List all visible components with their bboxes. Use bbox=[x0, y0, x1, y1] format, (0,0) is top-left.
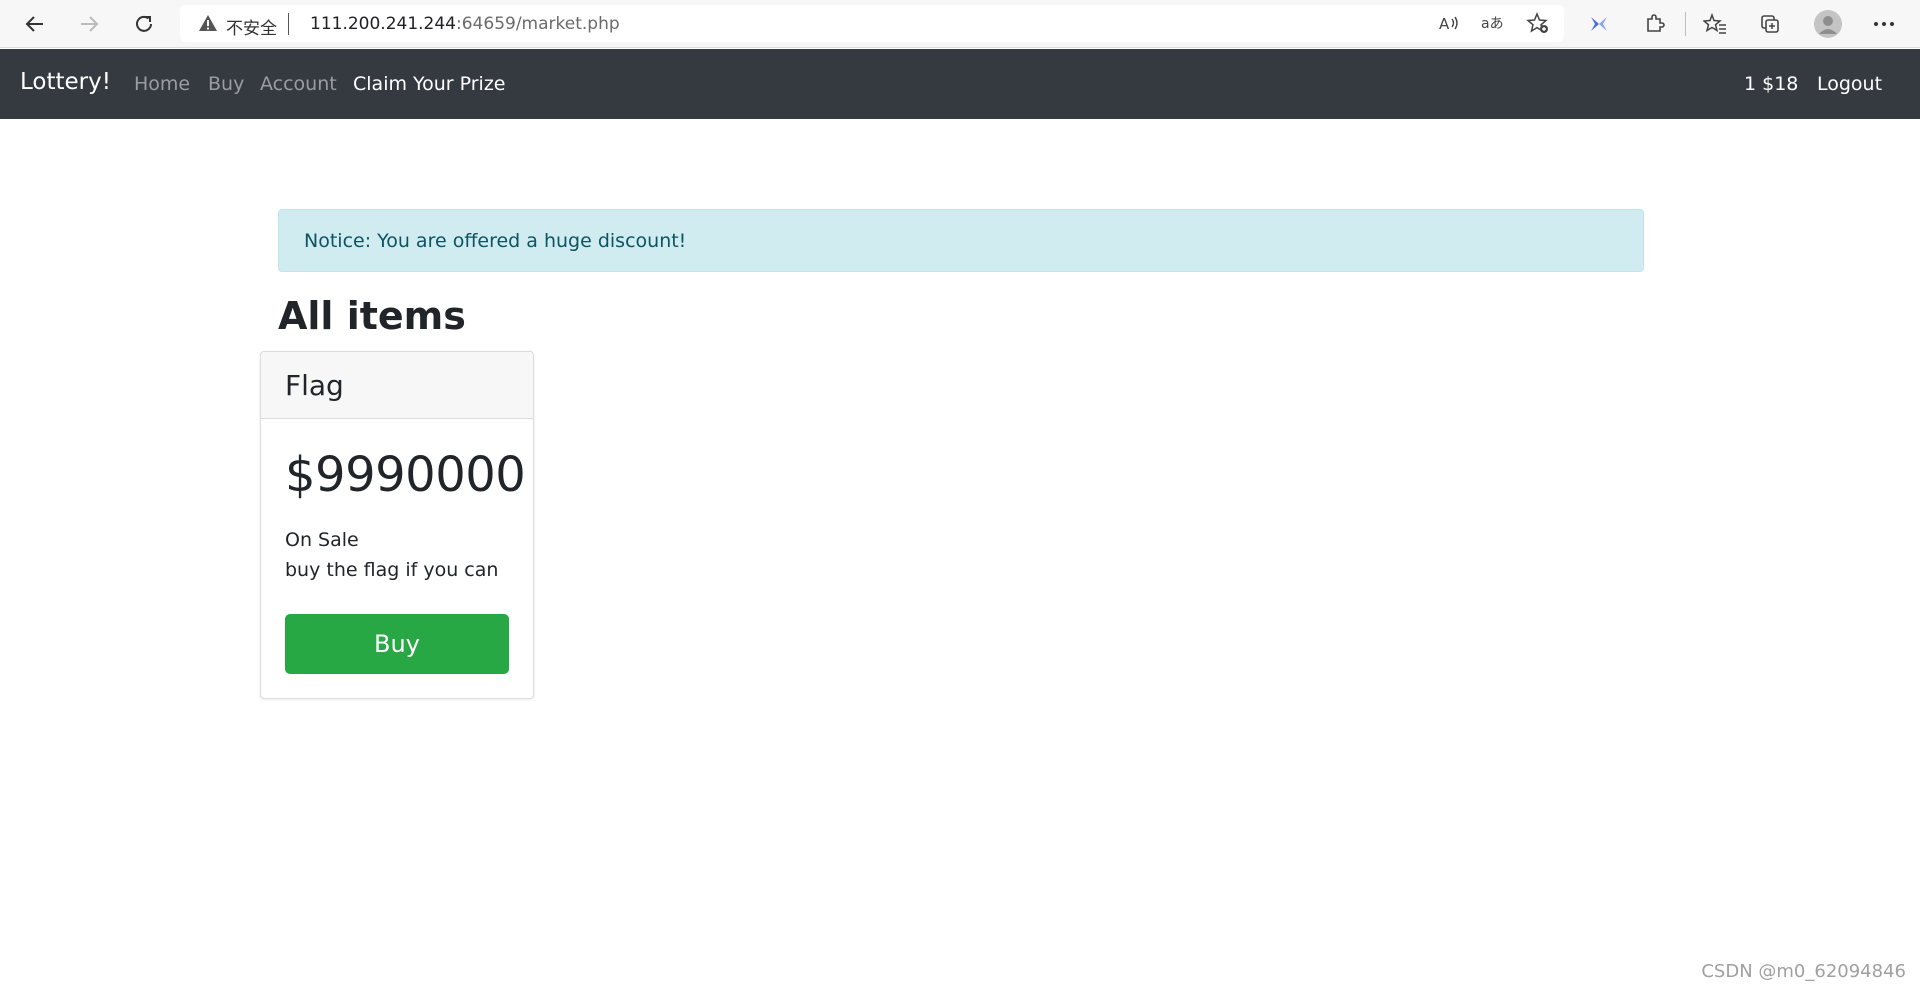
brand-link[interactable]: Lottery! bbox=[20, 69, 111, 95]
item-name: Flag bbox=[285, 369, 344, 402]
logout-link[interactable]: Logout bbox=[1817, 73, 1882, 95]
extensions-icon bbox=[1647, 14, 1665, 32]
item-description: buy the flag if you can bbox=[285, 559, 499, 581]
site-navbar: Lottery! Home Buy Account Claim Your Pri… bbox=[0, 49, 1920, 119]
buy-button[interactable]: Buy bbox=[285, 614, 509, 674]
favorites-button[interactable] bbox=[1699, 8, 1731, 40]
url-host: 111.200.241.244 bbox=[310, 14, 457, 34]
nav-account[interactable]: Account bbox=[260, 73, 337, 95]
nav-claim-prize[interactable]: Claim Your Prize bbox=[353, 73, 506, 95]
read-aloud-icon: A bbox=[1439, 15, 1458, 33]
profile-button[interactable] bbox=[1812, 8, 1844, 40]
browser-toolbar: 不安全 111.200.241.244:64659/market.php A a… bbox=[0, 0, 1920, 48]
extension-blue-button[interactable] bbox=[1583, 8, 1615, 40]
toolbar-separator bbox=[1685, 12, 1686, 36]
item-card: Flag $9990000 On Sale buy the flag if yo… bbox=[260, 351, 534, 699]
address-bar[interactable]: 不安全 111.200.241.244:64659/market.php A a… bbox=[180, 5, 1564, 42]
translate-button[interactable]: aあ bbox=[1477, 7, 1509, 39]
nav-home[interactable]: Home bbox=[134, 73, 190, 95]
back-button[interactable] bbox=[19, 8, 51, 40]
nav-buy[interactable]: Buy bbox=[208, 73, 244, 95]
more-icon bbox=[1874, 22, 1894, 26]
back-icon bbox=[25, 16, 43, 32]
extensions-button[interactable] bbox=[1638, 8, 1670, 40]
refresh-icon bbox=[136, 15, 152, 32]
item-status: On Sale bbox=[285, 529, 359, 551]
discount-notice: Notice: You are offered a huge discount! bbox=[278, 209, 1644, 272]
collections-button[interactable] bbox=[1754, 8, 1786, 40]
extension-blue-icon bbox=[1591, 17, 1607, 31]
favorites-icon bbox=[1703, 13, 1726, 34]
page-title: All items bbox=[278, 294, 466, 338]
add-favorite-button[interactable] bbox=[1522, 7, 1554, 39]
address-separator bbox=[288, 13, 289, 35]
more-button[interactable] bbox=[1868, 8, 1900, 40]
balance-display[interactable]: 1 $18 bbox=[1744, 73, 1798, 95]
item-price: $9990000 bbox=[285, 447, 526, 503]
collections-icon bbox=[1761, 15, 1779, 33]
url-path: :64659/market.php bbox=[456, 14, 620, 34]
forward-button[interactable] bbox=[73, 8, 105, 40]
notice-text: Notice: You are offered a huge discount! bbox=[304, 230, 687, 252]
card-header: Flag bbox=[261, 352, 533, 419]
refresh-button[interactable] bbox=[128, 8, 160, 40]
insecure-label[interactable]: 不安全 bbox=[226, 14, 277, 39]
translate-icon: aあ bbox=[1481, 16, 1504, 32]
read-aloud-button[interactable]: A bbox=[1433, 7, 1465, 39]
svg-text:A: A bbox=[1439, 15, 1450, 33]
watermark: CSDN @m0_62094846 bbox=[1701, 961, 1906, 982]
svg-text:aあ: aあ bbox=[1481, 16, 1504, 32]
forward-icon bbox=[81, 16, 99, 32]
add-favorite-icon bbox=[1526, 12, 1548, 33]
warning-icon bbox=[198, 14, 218, 36]
profile-icon bbox=[1814, 10, 1842, 38]
url-text[interactable]: 111.200.241.244:64659/market.php bbox=[310, 14, 620, 34]
